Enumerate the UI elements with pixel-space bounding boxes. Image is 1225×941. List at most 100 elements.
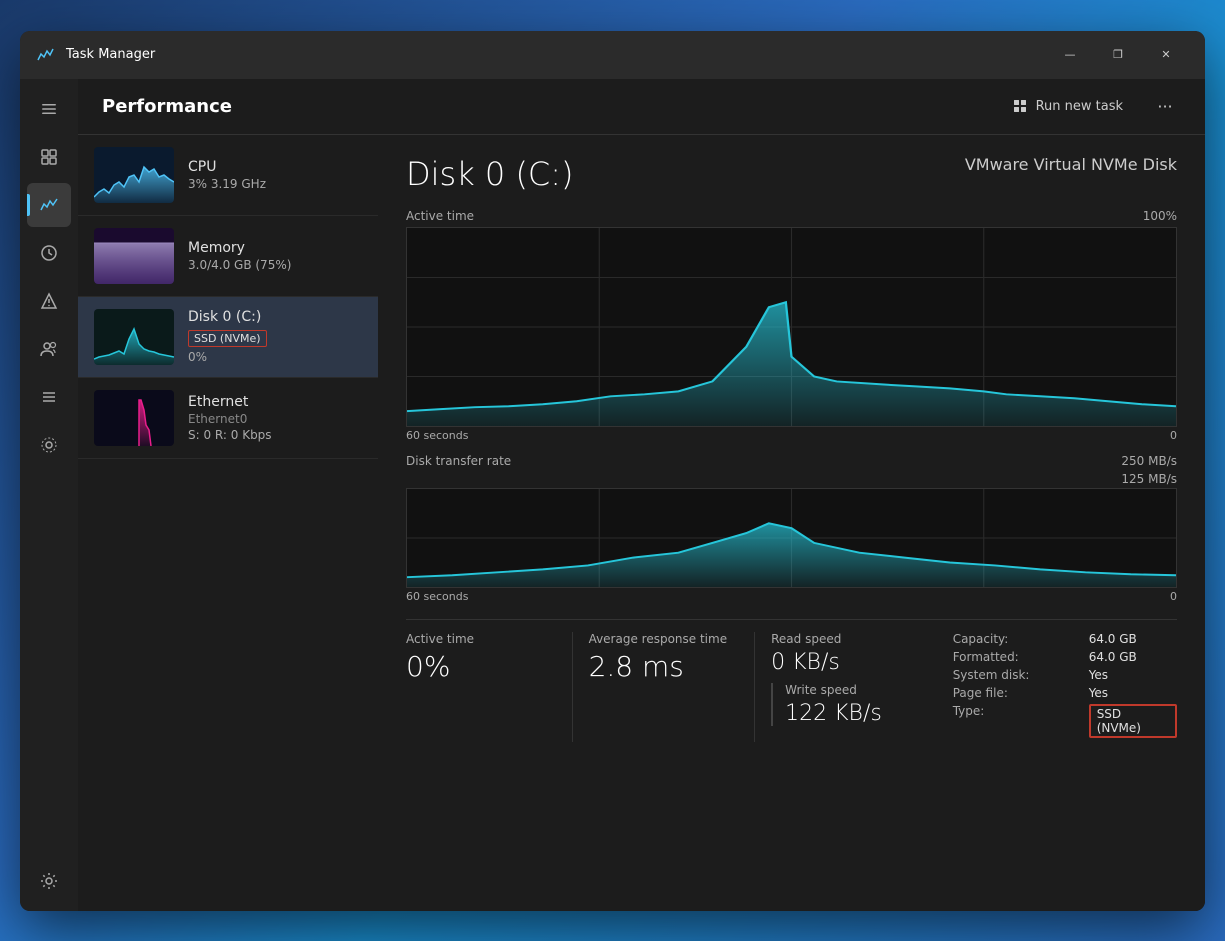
sidebar-processes[interactable] — [27, 135, 71, 179]
chart1-label-right: 100% — [1143, 209, 1177, 223]
write-speed-group: Write speed 122 KB/s — [771, 683, 921, 726]
run-new-task-label: Run new task — [1036, 99, 1123, 114]
chart2-label-left: Disk transfer rate — [406, 454, 511, 468]
content-area: Performance Run new task ··· — [78, 79, 1205, 911]
run-task-icon — [1012, 98, 1028, 114]
speed-stat: Read speed 0 KB/s Write speed 122 KB/s — [754, 632, 937, 742]
sidebar-performance[interactable] — [27, 183, 71, 227]
page-title: Performance — [102, 96, 232, 117]
cpu-thumbnail — [94, 147, 174, 203]
system-disk-row: System disk: Yes — [953, 668, 1177, 682]
chart1-time-left: 60 seconds — [406, 429, 468, 442]
content-header: Performance Run new task ··· — [78, 79, 1205, 135]
ethernet-info: Ethernet Ethernet0 S: 0 R: 0 Kbps — [188, 394, 362, 442]
avg-response-label: Average response time — [589, 632, 739, 646]
formatted-row: Formatted: 64.0 GB — [953, 650, 1177, 664]
chart1-label-left: Active time — [406, 209, 474, 223]
sidebar-startup[interactable] — [27, 279, 71, 323]
device-item-disk[interactable]: Disk 0 (C:) SSD (NVMe) 0% — [78, 297, 378, 378]
chart2-time-row: 60 seconds 0 — [406, 590, 1177, 603]
ethernet-val: S: 0 R: 0 Kbps — [188, 428, 362, 442]
cpu-sub: 3% 3.19 GHz — [188, 177, 362, 191]
window-controls: — ❐ ✕ — [1047, 39, 1189, 71]
page-file-value: Yes — [1089, 686, 1108, 700]
transfer-rate-svg — [407, 489, 1176, 587]
disk-badge: SSD (NVMe) — [188, 330, 267, 347]
maximize-button[interactable]: ❐ — [1095, 39, 1141, 71]
chart2-time-right: 0 — [1170, 590, 1177, 603]
disk-thumbnail — [94, 309, 174, 365]
header-actions: Run new task ··· — [1002, 90, 1181, 122]
close-button[interactable]: ✕ — [1143, 39, 1189, 71]
chart2-label-row: Disk transfer rate 250 MB/s — [406, 454, 1177, 468]
detail-subtitle: VMware Virtual NVMe Disk — [965, 155, 1177, 174]
transfer-rate-chart — [406, 488, 1177, 588]
run-new-task-button[interactable]: Run new task — [1002, 92, 1133, 120]
device-item-cpu[interactable]: CPU 3% 3.19 GHz — [78, 135, 378, 216]
stats-row: Active time 0% Average response time 2.8… — [406, 619, 1177, 742]
memory-sub: 3.0/4.0 GB (75%) — [188, 258, 362, 272]
avg-response-value: 2.8 ms — [589, 650, 739, 683]
page-file-row: Page file: Yes — [953, 686, 1177, 700]
chart2-time-left: 60 seconds — [406, 590, 468, 603]
memory-info: Memory 3.0/4.0 GB (75%) — [188, 240, 362, 272]
task-manager-window: Task Manager — ❐ ✕ — [20, 31, 1205, 911]
minimize-button[interactable]: — — [1047, 39, 1093, 71]
formatted-label: Formatted: — [953, 650, 1073, 664]
active-time-stat: Active time 0% — [406, 632, 572, 742]
capacity-label: Capacity: — [953, 632, 1073, 646]
detail-header: Disk 0 (C:) VMware Virtual NVMe Disk — [406, 155, 1177, 193]
disk-name: Disk 0 (C:) — [188, 309, 362, 325]
formatted-value: 64.0 GB — [1089, 650, 1137, 664]
type-label: Type: — [953, 704, 1073, 738]
capacity-value: 64.0 GB — [1089, 632, 1137, 646]
transfer-rate-chart-section: Disk transfer rate 250 MB/s 125 MB/s — [406, 454, 1177, 603]
chart1-time-right: 0 — [1170, 429, 1177, 442]
sidebar-history[interactable] — [27, 231, 71, 275]
ethernet-name: Ethernet — [188, 394, 362, 410]
device-item-memory[interactable]: Memory 3.0/4.0 GB (75%) — [78, 216, 378, 297]
main-layout: Performance Run new task ··· — [20, 79, 1205, 911]
more-options-button[interactable]: ··· — [1149, 90, 1181, 122]
memory-name: Memory — [188, 240, 362, 256]
sidebar-settings[interactable] — [27, 859, 71, 903]
active-time-chart — [406, 227, 1177, 427]
capacity-row: Capacity: 64.0 GB — [953, 632, 1177, 646]
ethernet-sub: Ethernet0 — [188, 412, 362, 426]
avg-response-stat: Average response time 2.8 ms — [572, 632, 755, 742]
sidebar-details[interactable] — [27, 375, 71, 419]
sidebar — [20, 79, 78, 911]
disk-info: Disk 0 (C:) SSD (NVMe) 0% — [188, 309, 362, 364]
system-disk-value: Yes — [1089, 668, 1108, 682]
read-speed-group: Read speed 0 KB/s — [771, 632, 921, 675]
active-time-chart-section: Active time 100% — [406, 209, 1177, 442]
type-row: Type: SSD (NVMe) — [953, 704, 1177, 738]
system-disk-label: System disk: — [953, 668, 1073, 682]
sidebar-services[interactable] — [27, 423, 71, 467]
chart1-label-row: Active time 100% — [406, 209, 1177, 223]
window-title: Task Manager — [66, 47, 1047, 62]
device-list: CPU 3% 3.19 GHz — [78, 135, 378, 911]
title-bar: Task Manager — ❐ ✕ — [20, 31, 1205, 79]
read-speed-value: 0 KB/s — [771, 650, 921, 675]
page-file-label: Page file: — [953, 686, 1073, 700]
active-time-value: 0% — [406, 650, 556, 683]
detail-title: Disk 0 (C:) — [406, 155, 574, 193]
inner-layout: CPU 3% 3.19 GHz — [78, 135, 1205, 911]
type-value: SSD (NVMe) — [1089, 704, 1177, 738]
detail-panel: Disk 0 (C:) VMware Virtual NVMe Disk Act… — [378, 135, 1205, 911]
cpu-name: CPU — [188, 159, 362, 175]
app-icon — [36, 45, 56, 65]
sidebar-users[interactable] — [27, 327, 71, 371]
disk-info-group: Capacity: 64.0 GB Formatted: 64.0 GB Sys… — [937, 632, 1177, 742]
ethernet-thumbnail — [94, 390, 174, 446]
chart2-label-right: 250 MB/s — [1121, 454, 1177, 468]
chart2-midline-label: 125 MB/s — [406, 472, 1177, 486]
cpu-info: CPU 3% 3.19 GHz — [188, 159, 362, 191]
write-speed-value: 122 KB/s — [785, 701, 921, 726]
read-speed-label: Read speed — [771, 632, 921, 646]
device-item-ethernet[interactable]: Ethernet Ethernet0 S: 0 R: 0 Kbps — [78, 378, 378, 459]
active-time-svg — [407, 228, 1176, 426]
sidebar-hamburger[interactable] — [27, 87, 71, 131]
write-speed-label: Write speed — [785, 683, 921, 697]
